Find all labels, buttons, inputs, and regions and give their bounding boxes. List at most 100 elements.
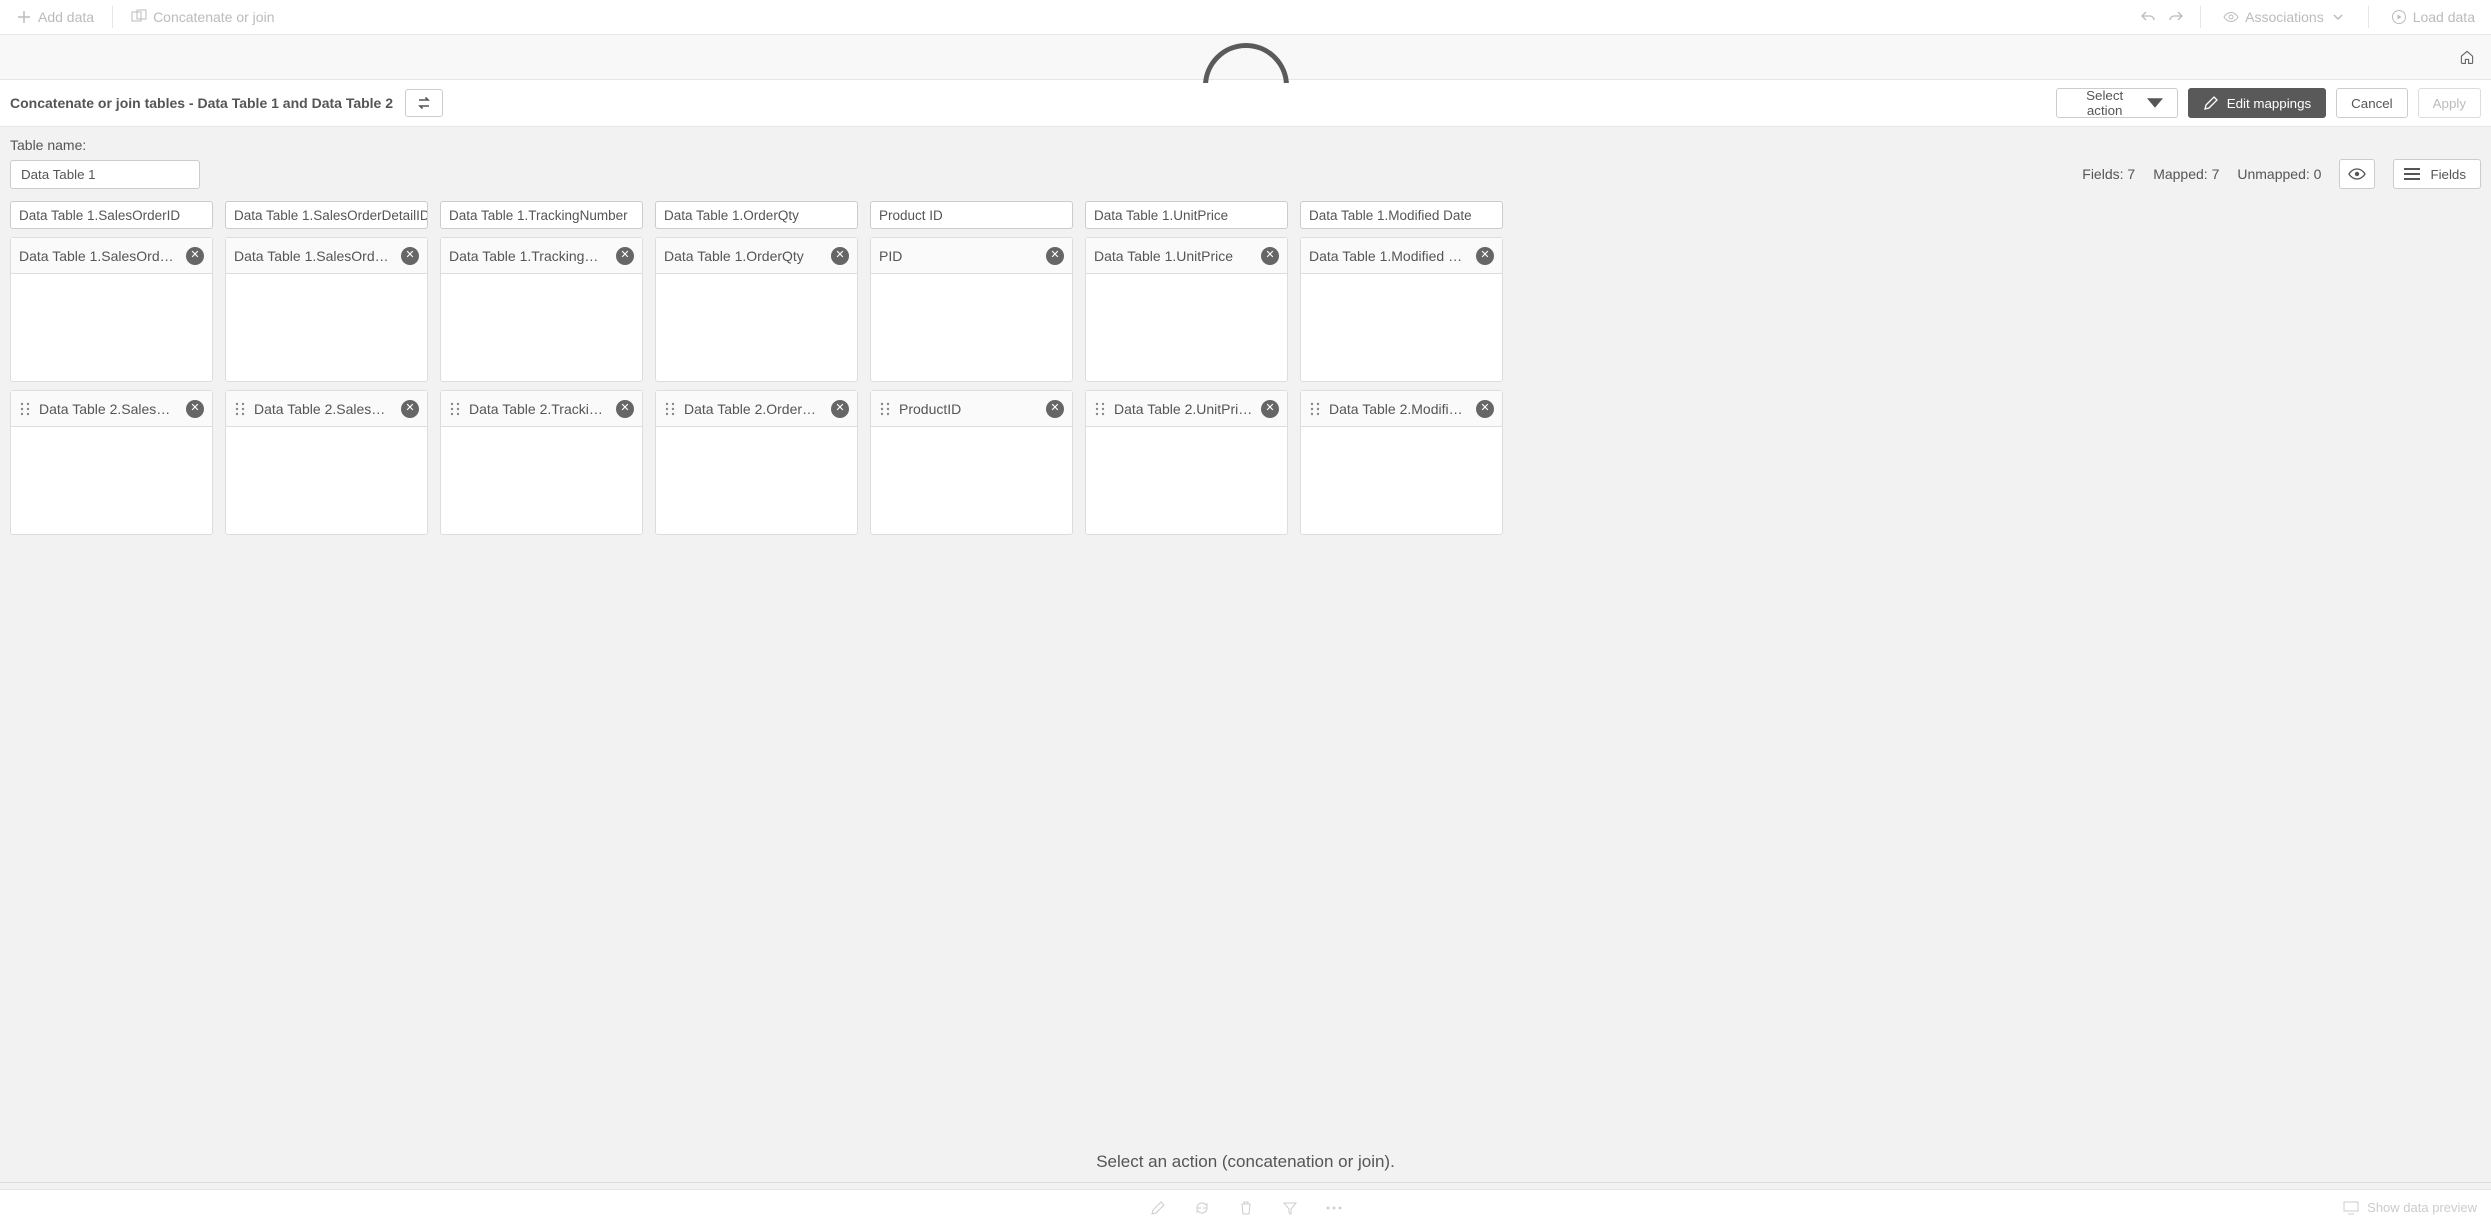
select-action-dropdown[interactable]: Select action	[2056, 88, 2178, 118]
grip-icon[interactable]	[1309, 402, 1321, 416]
field-header-input[interactable]: Data Table 1.TrackingNumber	[440, 201, 643, 229]
concat-join-button[interactable]: Concatenate or join	[125, 5, 280, 29]
arc-decoration	[1203, 43, 1289, 83]
remove-chip-icon[interactable]: ✕	[401, 247, 419, 265]
monitor-icon	[2343, 1200, 2359, 1216]
source-table-1-box[interactable]: PID ✕	[870, 237, 1073, 382]
grip-icon[interactable]	[449, 402, 461, 416]
source-table-1-box[interactable]: Data Table 1.TrackingNu… ✕	[440, 237, 643, 382]
field-chip-label: ProductID	[899, 401, 1038, 417]
field-chip-label: Data Table 1.TrackingNu…	[449, 248, 608, 264]
field-header-input[interactable]: Data Table 1.Modified Date	[1300, 201, 1503, 229]
source-table-2-box[interactable]: Data Table 2.Modifie… ✕	[1300, 390, 1503, 535]
source-table-1-box[interactable]: Data Table 1.SalesOrderID ✕	[10, 237, 213, 382]
field-chip-label: Data Table 2.SalesOr…	[39, 401, 178, 417]
swap-tables-button[interactable]	[405, 89, 443, 117]
field-header-input[interactable]: Data Table 1.OrderQty	[655, 201, 858, 229]
field-chip[interactable]: Data Table 2.SalesOr… ✕	[226, 391, 427, 427]
tablename-label: Table name:	[0, 127, 2491, 159]
cancel-button[interactable]: Cancel	[2336, 88, 2408, 118]
fields-menu-label: Fields	[2430, 167, 2466, 182]
field-chip-label: Data Table 1.SalesOrderID	[19, 248, 178, 264]
grip-icon[interactable]	[19, 402, 31, 416]
field-header-input[interactable]: Data Table 1.UnitPrice	[1085, 201, 1288, 229]
source-table-1-box[interactable]: Data Table 1.UnitPrice ✕	[1085, 237, 1288, 382]
field-header-input[interactable]: Data Table 1.SalesOrderDetailID	[225, 201, 428, 229]
page-header: Concatenate or join tables - Data Table …	[0, 80, 2491, 127]
refresh-footer-icon[interactable]	[1194, 1200, 1210, 1216]
remove-chip-icon[interactable]: ✕	[401, 400, 419, 418]
grip-icon[interactable]	[1094, 402, 1106, 416]
plus-icon	[16, 9, 32, 25]
remove-chip-icon[interactable]: ✕	[1046, 247, 1064, 265]
field-chip[interactable]: Data Table 1.UnitPrice ✕	[1086, 238, 1287, 274]
mapping-column: Data Table 1.UnitPrice Data Table 1.Unit…	[1085, 201, 1288, 535]
grip-icon[interactable]	[664, 402, 676, 416]
remove-chip-icon[interactable]: ✕	[831, 400, 849, 418]
source-table-1-box[interactable]: Data Table 1.Modified Date ✕	[1300, 237, 1503, 382]
source-table-1-box[interactable]: Data Table 1.SalesOrder… ✕	[225, 237, 428, 382]
remove-chip-icon[interactable]: ✕	[616, 247, 634, 265]
remove-chip-icon[interactable]: ✕	[186, 247, 204, 265]
grip-icon[interactable]	[234, 402, 246, 416]
field-chip-label: Data Table 2.SalesOr…	[254, 401, 393, 417]
divider	[2200, 6, 2201, 28]
remove-chip-icon[interactable]: ✕	[1261, 400, 1279, 418]
mapped-stat: Mapped: 7	[2153, 166, 2219, 182]
field-chip[interactable]: ProductID ✕	[871, 391, 1072, 427]
redo-icon[interactable]	[2168, 9, 2184, 25]
undo-icon[interactable]	[2140, 9, 2156, 25]
field-chip[interactable]: Data Table 2.Trackin… ✕	[441, 391, 642, 427]
field-header-input[interactable]: Product ID	[870, 201, 1073, 229]
tablename-input[interactable]	[10, 160, 200, 189]
filter-footer-icon[interactable]	[1282, 1200, 1298, 1216]
field-chip[interactable]: Data Table 1.SalesOrderID ✕	[11, 238, 212, 274]
source-table-2-box[interactable]: Data Table 2.Trackin… ✕	[440, 390, 643, 535]
add-data-label: Add data	[38, 9, 94, 25]
field-chip[interactable]: Data Table 2.Modifie… ✕	[1301, 391, 1502, 427]
remove-chip-icon[interactable]: ✕	[1476, 400, 1494, 418]
remove-chip-icon[interactable]: ✕	[186, 400, 204, 418]
controls-row: Fields: 7 Mapped: 7 Unmapped: 0 Fields	[0, 159, 2491, 201]
field-chip[interactable]: Data Table 2.UnitPrice ✕	[1086, 391, 1287, 427]
mapping-column: Data Table 1.TrackingNumber Data Table 1…	[440, 201, 643, 535]
field-chip[interactable]: Data Table 2.SalesOr… ✕	[11, 391, 212, 427]
associations-button[interactable]: Associations	[2217, 5, 2352, 29]
field-chip-label: Data Table 1.UnitPrice	[1094, 248, 1253, 264]
field-chip[interactable]: Data Table 1.OrderQty ✕	[656, 238, 857, 274]
load-data-button[interactable]: Load data	[2385, 5, 2481, 29]
source-table-1-box[interactable]: Data Table 1.OrderQty ✕	[655, 237, 858, 382]
remove-chip-icon[interactable]: ✕	[1261, 247, 1279, 265]
play-circle-icon	[2391, 9, 2407, 25]
edit-footer-icon[interactable]	[1150, 1200, 1166, 1216]
source-table-2-box[interactable]: ProductID ✕	[870, 390, 1073, 535]
eye-icon	[2223, 9, 2239, 25]
fields-menu-button[interactable]: Fields	[2393, 159, 2481, 189]
source-table-2-box[interactable]: Data Table 2.UnitPrice ✕	[1085, 390, 1288, 535]
home-icon[interactable]	[2459, 49, 2475, 65]
field-chip[interactable]: Data Table 1.TrackingNu… ✕	[441, 238, 642, 274]
remove-chip-icon[interactable]: ✕	[1046, 400, 1064, 418]
grip-icon[interactable]	[879, 402, 891, 416]
field-header-input[interactable]: Data Table 1.SalesOrderID	[10, 201, 213, 229]
add-data-button[interactable]: Add data	[10, 5, 100, 29]
source-table-2-box[interactable]: Data Table 2.SalesOr… ✕	[10, 390, 213, 535]
context-bar	[0, 35, 2491, 80]
source-table-2-box[interactable]: Data Table 2.SalesOr… ✕	[225, 390, 428, 535]
remove-chip-icon[interactable]: ✕	[1476, 247, 1494, 265]
field-chip[interactable]: Data Table 2.OrderQty ✕	[656, 391, 857, 427]
edit-mappings-button[interactable]: Edit mappings	[2188, 88, 2326, 118]
remove-chip-icon[interactable]: ✕	[831, 247, 849, 265]
field-chip-label: Data Table 1.OrderQty	[664, 248, 823, 264]
remove-chip-icon[interactable]: ✕	[616, 400, 634, 418]
field-chip[interactable]: PID ✕	[871, 238, 1072, 274]
field-chip[interactable]: Data Table 1.Modified Date ✕	[1301, 238, 1502, 274]
delete-footer-icon[interactable]	[1238, 1200, 1254, 1216]
field-chip[interactable]: Data Table 1.SalesOrder… ✕	[226, 238, 427, 274]
more-footer-icon[interactable]	[1326, 1200, 1342, 1216]
source-table-2-box[interactable]: Data Table 2.OrderQty ✕	[655, 390, 858, 535]
action-hint: Select an action (concatenation or join)…	[0, 1152, 2491, 1183]
divider	[112, 6, 113, 28]
visibility-toggle[interactable]	[2339, 159, 2375, 189]
show-preview-label[interactable]: Show data preview	[2367, 1200, 2477, 1215]
